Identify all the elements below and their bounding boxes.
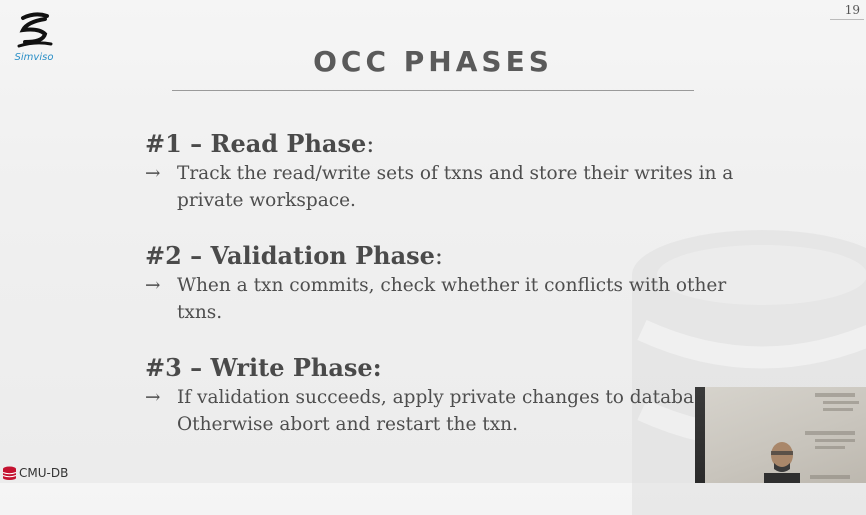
phase-bullet: → Track the read/write sets of txns and … (145, 160, 745, 214)
simviso-logo-icon (17, 12, 53, 48)
phase-heading-text: #3 – Write Phase: (145, 353, 382, 382)
bullet-text: When a txn commits, check whether it con… (177, 275, 727, 323)
phase-heading-text: #1 – Read Phase (145, 129, 367, 158)
webcam-feed (695, 387, 866, 483)
slide-number-divider (830, 19, 864, 20)
title-divider (172, 90, 694, 91)
footer-brand-text: CMU-DB (19, 466, 69, 480)
webcam-person (764, 442, 800, 483)
bullet-text: Track the read/write sets of txns and st… (177, 163, 734, 211)
slide-title: OCC PHASES (313, 45, 553, 78)
database-icon (2, 466, 17, 480)
phase-heading-colon: : (434, 242, 443, 270)
arrow-icon: → (145, 275, 161, 296)
phase-validation: #2 – Validation Phase: → When a txn comm… (145, 240, 745, 326)
phase-write: #3 – Write Phase: → If validation succee… (145, 352, 745, 438)
phase-read: #1 – Read Phase: → Track the read/write … (145, 128, 745, 214)
slide-number: 19 (844, 3, 860, 17)
phase-heading: #1 – Read Phase: (145, 128, 745, 160)
bullet-text: If validation succeeds, apply private ch… (177, 387, 721, 435)
webcam-screen (705, 387, 866, 483)
phase-bullet: → If validation succeeds, apply private … (145, 384, 745, 438)
phase-heading-text: #2 – Validation Phase (145, 241, 435, 270)
phase-bullet: → When a txn commits, check whether it c… (145, 272, 745, 326)
footer-brand: CMU-DB (2, 466, 68, 480)
phase-list: #1 – Read Phase: → Track the read/write … (145, 128, 745, 464)
arrow-icon: → (145, 387, 161, 408)
arrow-icon: → (145, 163, 161, 184)
phase-heading-colon: : (366, 130, 375, 158)
phase-heading: #2 – Validation Phase: (145, 240, 745, 272)
phase-heading: #3 – Write Phase: (145, 352, 745, 384)
